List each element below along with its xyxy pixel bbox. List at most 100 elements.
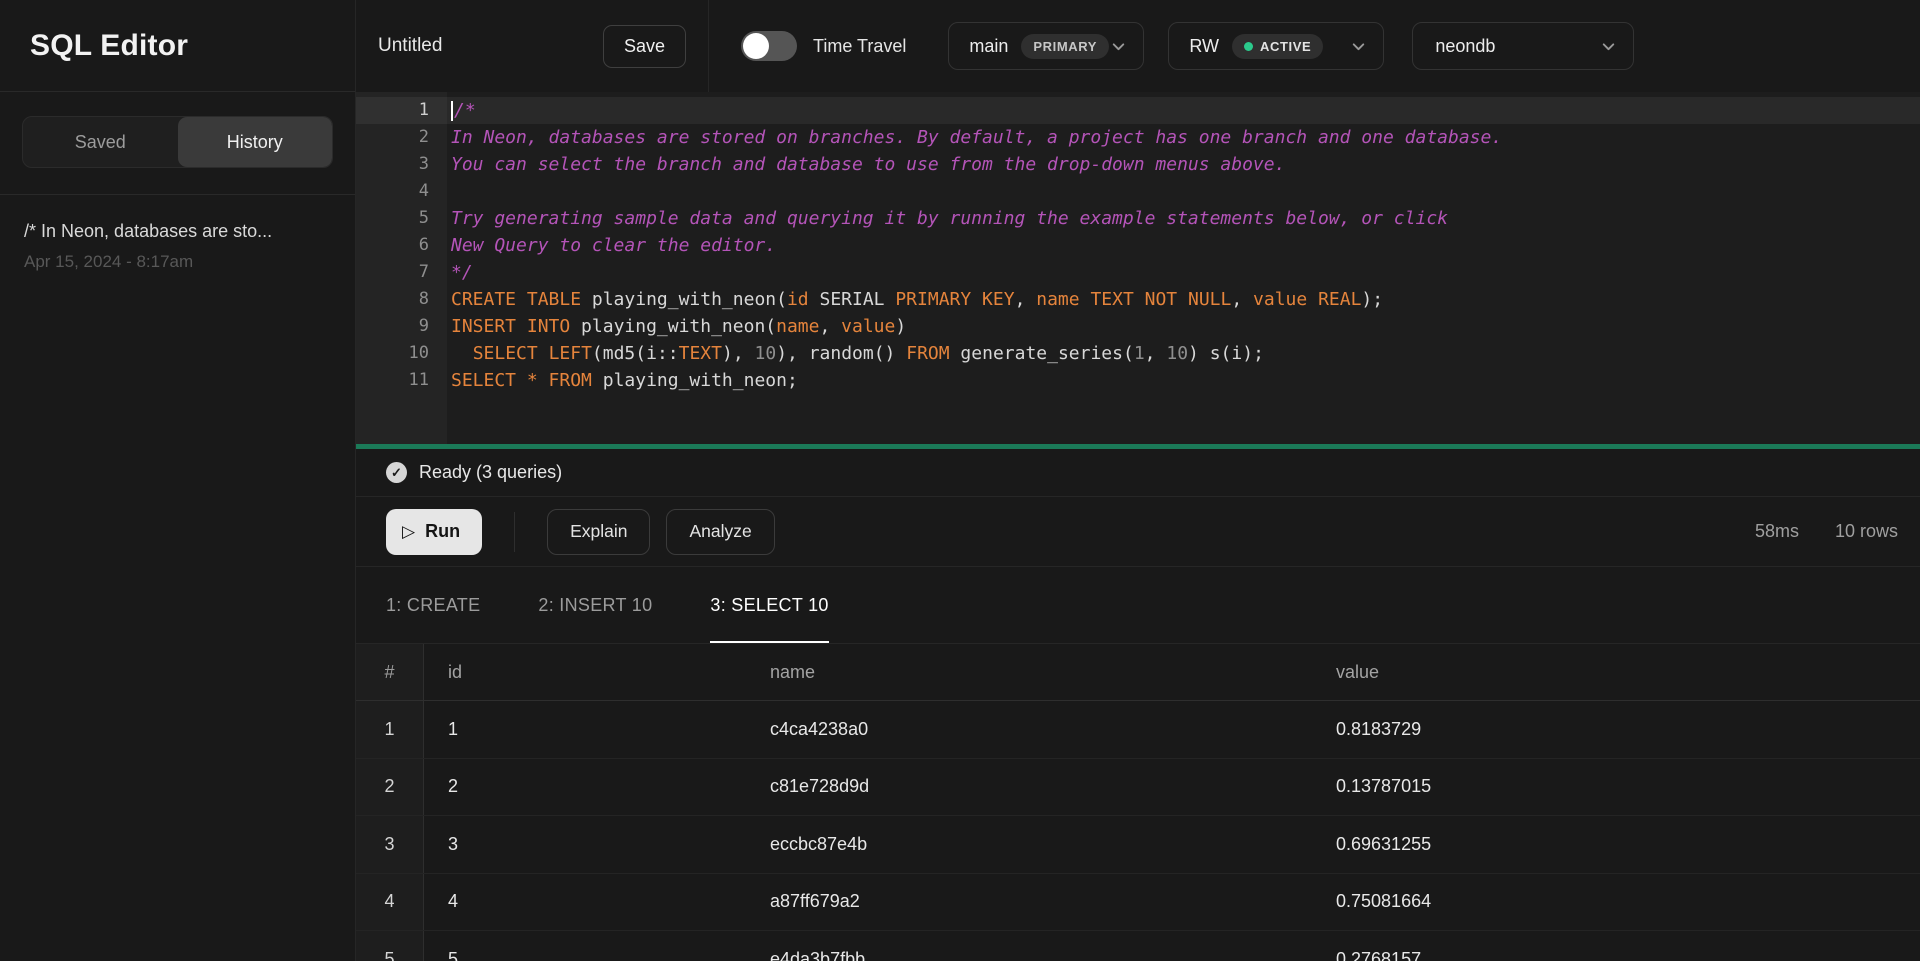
table-cell: 0.8183729 xyxy=(1312,701,1920,758)
vertical-divider xyxy=(514,512,515,552)
code-token: , xyxy=(1145,343,1167,364)
table-cell: 1 xyxy=(356,701,424,758)
code-token: name xyxy=(776,316,819,337)
result-tab-3[interactable]: 3: SELECT 10 xyxy=(710,567,828,643)
status-bar: ✓ Ready (3 queries) xyxy=(356,449,1920,497)
code-token: playing_with_neon( xyxy=(570,316,776,337)
run-button[interactable]: ▷ Run xyxy=(386,509,482,555)
line-number: 5 xyxy=(356,205,447,232)
history-item-timestamp: Apr 15, 2024 - 8:17am xyxy=(24,252,331,272)
code-token: , xyxy=(1015,289,1037,310)
code-token: In Neon, databases are stored on branche… xyxy=(451,127,1502,148)
table-cell: 0.2768157 xyxy=(1312,931,1920,961)
code-text: Try generating sample data and querying … xyxy=(447,205,1448,232)
table-row[interactable]: 44a87ff679a20.75081664 xyxy=(356,874,1920,932)
table-cell: 0.13787015 xyxy=(1312,759,1920,816)
text-cursor xyxy=(451,101,453,121)
compute-name: RW xyxy=(1189,36,1219,57)
result-tab-1[interactable]: 1: CREATE xyxy=(386,567,480,643)
code-line-11[interactable]: 11SELECT * FROM playing_with_neon; xyxy=(356,367,1920,394)
code-editor[interactable]: 1/*2In Neon, databases are stored on bra… xyxy=(356,92,1920,444)
compute-dropdown[interactable]: RW ACTIVE xyxy=(1168,22,1384,70)
query-title-section: Untitled Save xyxy=(356,0,708,92)
explain-button[interactable]: Explain xyxy=(547,509,650,555)
code-line-8[interactable]: 8CREATE TABLE playing_with_neon(id SERIA… xyxy=(356,286,1920,313)
toggle-knob xyxy=(743,33,769,59)
code-token: You can select the branch and database t… xyxy=(451,154,1285,175)
code-token: Try generating sample data and querying … xyxy=(451,208,1448,229)
code-token: value xyxy=(841,316,895,337)
main-panel: Untitled Save Time Travel main PRIMARY R xyxy=(356,0,1920,961)
sql-editor-app: SQL Editor SavedHistory /* In Neon, data… xyxy=(0,0,1920,961)
chevron-down-icon xyxy=(1110,38,1127,55)
table-row[interactable]: 55e4da3b7fbb0.2768157 xyxy=(356,931,1920,961)
analyze-button[interactable]: Analyze xyxy=(666,509,774,555)
table-cell: 3 xyxy=(356,816,424,873)
line-number: 8 xyxy=(356,286,447,313)
code-token: generate_series( xyxy=(950,343,1134,364)
code-text: /* xyxy=(447,97,476,124)
line-number: 7 xyxy=(356,259,447,286)
line-number: 11 xyxy=(356,367,447,394)
code-line-5[interactable]: 5Try generating sample data and querying… xyxy=(356,205,1920,232)
results-column-header: # xyxy=(356,644,424,700)
line-number: 9 xyxy=(356,313,447,340)
code-line-7[interactable]: 7*/ xyxy=(356,259,1920,286)
code-token: SELECT xyxy=(473,343,538,364)
query-duration: 58ms xyxy=(1755,521,1799,542)
branch-name: main xyxy=(969,36,1008,57)
code-token: 10 xyxy=(755,343,777,364)
code-token: ), xyxy=(722,343,755,364)
history-item[interactable]: /* In Neon, databases are sto... Apr 15,… xyxy=(24,221,331,272)
code-line-1[interactable]: 1/* xyxy=(356,97,1920,124)
code-text: You can select the branch and database t… xyxy=(447,151,1285,178)
code-token: */ xyxy=(451,262,473,283)
table-cell: c81e728d9d xyxy=(746,759,1312,816)
table-cell: 4 xyxy=(424,874,746,931)
line-number: 4 xyxy=(356,178,447,205)
code-token: INSERT INTO xyxy=(451,316,570,337)
code-token: TEXT NOT NULL xyxy=(1090,289,1231,310)
sidebar-tab-saved[interactable]: Saved xyxy=(23,117,178,167)
results-column-header: id xyxy=(424,644,746,700)
code-token: 1 xyxy=(1134,343,1145,364)
code-text: INSERT INTO playing_with_neon(name, valu… xyxy=(447,313,906,340)
run-stats: 58ms 10 rows xyxy=(1755,521,1898,542)
sidebar-header: SQL Editor xyxy=(0,0,355,92)
code-token: PRIMARY KEY xyxy=(895,289,1014,310)
code-line-6[interactable]: 6New Query to clear the editor. xyxy=(356,232,1920,259)
code-line-2[interactable]: 2In Neon, databases are stored on branch… xyxy=(356,124,1920,151)
code-line-9[interactable]: 9INSERT INTO playing_with_neon(name, val… xyxy=(356,313,1920,340)
table-row[interactable]: 22c81e728d9d0.13787015 xyxy=(356,759,1920,817)
branch-dropdown[interactable]: main PRIMARY xyxy=(948,22,1144,70)
time-travel-toggle[interactable] xyxy=(741,31,797,61)
code-token xyxy=(451,343,473,364)
code-token: TEXT xyxy=(679,343,722,364)
table-cell: eccbc87e4b xyxy=(746,816,1312,873)
code-line-4[interactable]: 4 xyxy=(356,178,1920,205)
code-token: playing_with_neon( xyxy=(581,289,787,310)
actions-bar: ▷ Run Explain Analyze 58ms 10 rows xyxy=(356,497,1920,567)
status-dot-icon xyxy=(1244,42,1253,51)
history-list: /* In Neon, databases are sto... Apr 15,… xyxy=(0,195,355,298)
code-token: playing_with_neon; xyxy=(592,370,798,391)
sidebar-tab-history[interactable]: History xyxy=(178,117,333,167)
history-item-title: /* In Neon, databases are sto... xyxy=(24,221,331,242)
chevron-down-icon xyxy=(1600,38,1617,55)
code-text: SELECT * FROM playing_with_neon; xyxy=(447,367,798,394)
code-line-3[interactable]: 3You can select the branch and database … xyxy=(356,151,1920,178)
results-column-header: name xyxy=(746,644,1312,700)
code-token: LEFT xyxy=(549,343,592,364)
table-row[interactable]: 33eccbc87e4b0.69631255 xyxy=(356,816,1920,874)
code-token: REAL xyxy=(1318,289,1361,310)
code-token: SELECT * FROM xyxy=(451,370,592,391)
play-icon: ▷ xyxy=(402,522,415,542)
save-button[interactable]: Save xyxy=(603,25,686,68)
code-line-10[interactable]: 10 SELECT LEFT(md5(i::TEXT), 10), random… xyxy=(356,340,1920,367)
table-row[interactable]: 11c4ca4238a00.8183729 xyxy=(356,701,1920,759)
result-tab-2[interactable]: 2: INSERT 10 xyxy=(538,567,652,643)
code-text: New Query to clear the editor. xyxy=(447,232,776,259)
database-dropdown[interactable]: neondb xyxy=(1412,22,1634,70)
code-token: New Query to clear the editor. xyxy=(451,235,776,256)
table-cell: 2 xyxy=(424,759,746,816)
